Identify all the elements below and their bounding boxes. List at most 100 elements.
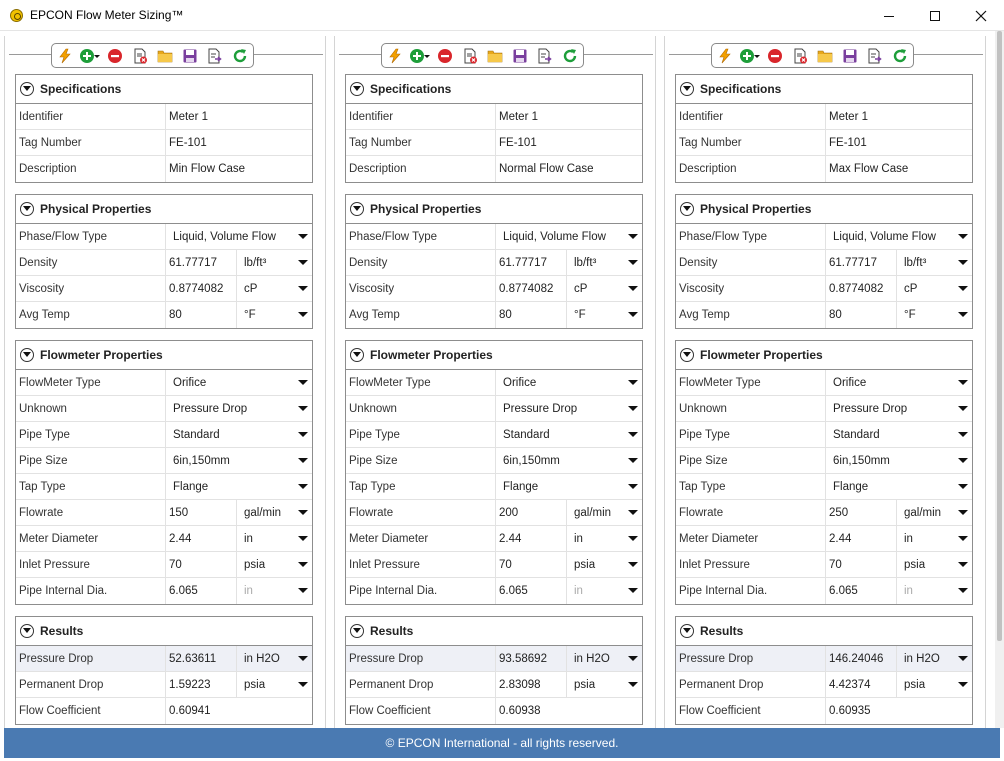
section-header[interactable]: Results [676,617,972,646]
pipe-internal-dia-value[interactable]: 6.065 [166,578,237,604]
calculate-button[interactable] [386,47,404,65]
pressure-drop-value[interactable]: 93.58692 [496,646,567,671]
dropdown-arrow-icon[interactable] [298,406,308,411]
dropdown-arrow-icon[interactable] [958,536,968,541]
tap-type-select[interactable]: Flange [826,474,972,499]
dropdown-arrow-icon[interactable] [628,432,638,437]
pipe-type-select[interactable]: Standard [496,422,642,447]
unknown-select[interactable]: Pressure Drop [826,396,972,421]
dropdown-arrow-icon[interactable] [298,260,308,265]
minimize-button[interactable] [866,0,912,31]
tag-number-value[interactable]: FE-101 [496,130,537,155]
dropdown-arrow-icon[interactable] [298,484,308,489]
dropdown-arrow-icon[interactable] [298,380,308,385]
density-value[interactable]: 61.77717 [166,250,237,275]
dropdown-arrow-icon[interactable] [628,380,638,385]
permanent-drop-value[interactable]: 1.59223 [166,672,237,697]
dropdown-arrow-icon[interactable] [628,458,638,463]
dropdown-arrow-icon[interactable] [628,260,638,265]
dropdown-arrow-icon[interactable] [628,484,638,489]
section-header[interactable]: Flowmeter Properties [16,341,312,370]
collapse-chevron-icon[interactable] [20,82,34,96]
density-value[interactable]: 61.77717 [496,250,567,275]
description-value[interactable]: Normal Flow Case [496,156,594,182]
inlet-pressure-value[interactable]: 70 [496,552,567,577]
meter-diameter-value[interactable]: 2.44 [826,526,897,551]
maximize-button[interactable] [912,0,958,31]
close-button[interactable] [958,0,1004,31]
add-button[interactable] [740,47,760,65]
dropdown-arrow-icon[interactable] [958,562,968,567]
refresh-button[interactable] [891,47,909,65]
refresh-button[interactable] [561,47,579,65]
save-button[interactable] [511,47,529,65]
phase-flow-type-select[interactable]: Liquid, Volume Flow [166,224,312,249]
pipe-size-select[interactable]: 6in,150mm [826,448,972,473]
save-button[interactable] [181,47,199,65]
collapse-chevron-icon[interactable] [680,348,694,362]
flowrate-value[interactable]: 150 [166,500,237,525]
flowmeter-type-select[interactable]: Orifice [826,370,972,395]
permanent-drop-value[interactable]: 2.83098 [496,672,567,697]
collapse-chevron-icon[interactable] [680,82,694,96]
viscosity-value[interactable]: 0.8774082 [496,276,567,301]
flowrate-value[interactable]: 250 [826,500,897,525]
flow-coefficient-value[interactable]: 0.60941 [166,698,211,724]
dropdown-arrow-icon[interactable] [628,588,638,593]
permanent-drop-value[interactable]: 4.42374 [826,672,897,697]
pipe-size-select[interactable]: 6in,150mm [496,448,642,473]
dropdown-arrow-icon[interactable] [628,656,638,661]
dropdown-arrow-icon[interactable] [958,260,968,265]
save-button[interactable] [841,47,859,65]
collapse-chevron-icon[interactable] [350,624,364,638]
collapse-chevron-icon[interactable] [20,348,34,362]
pipe-internal-dia-value[interactable]: 6.065 [826,578,897,604]
collapse-chevron-icon[interactable] [350,348,364,362]
pipe-type-select[interactable]: Standard [166,422,312,447]
flowmeter-type-select[interactable]: Orifice [496,370,642,395]
pipe-internal-dia-value[interactable]: 6.065 [496,578,567,604]
collapse-chevron-icon[interactable] [350,202,364,216]
flowrate-value[interactable]: 200 [496,500,567,525]
remove-button[interactable] [436,47,454,65]
dropdown-arrow-icon[interactable] [958,682,968,687]
dropdown-arrow-icon[interactable] [958,432,968,437]
dropdown-arrow-icon[interactable] [958,656,968,661]
tap-type-select[interactable]: Flange [496,474,642,499]
remove-button[interactable] [106,47,124,65]
collapse-chevron-icon[interactable] [20,202,34,216]
clear-button[interactable] [131,47,149,65]
pipe-size-select[interactable]: 6in,150mm [166,448,312,473]
identifier-value[interactable]: Meter 1 [166,104,208,129]
phase-flow-type-select[interactable]: Liquid, Volume Flow [826,224,972,249]
dropdown-arrow-icon[interactable] [298,234,308,239]
collapse-chevron-icon[interactable] [20,624,34,638]
viscosity-value[interactable]: 0.8774082 [826,276,897,301]
clear-button[interactable] [461,47,479,65]
section-header[interactable]: Flowmeter Properties [676,341,972,370]
section-header[interactable]: Physical Properties [16,195,312,224]
tag-number-value[interactable]: FE-101 [826,130,867,155]
dropdown-arrow-icon[interactable] [958,234,968,239]
dropdown-arrow-icon[interactable] [958,286,968,291]
dropdown-arrow-icon[interactable] [298,286,308,291]
dropdown-arrow-icon[interactable] [958,510,968,515]
section-header[interactable]: Specifications [346,75,642,104]
description-value[interactable]: Min Flow Case [166,156,245,182]
export-button[interactable] [536,47,554,65]
section-header[interactable]: Physical Properties [676,195,972,224]
pipe-type-select[interactable]: Standard [826,422,972,447]
collapse-chevron-icon[interactable] [680,202,694,216]
section-header[interactable]: Results [346,617,642,646]
section-header[interactable]: Flowmeter Properties [346,341,642,370]
dropdown-arrow-icon[interactable] [628,682,638,687]
dropdown-arrow-icon[interactable] [958,484,968,489]
section-header[interactable]: Results [16,617,312,646]
flowmeter-type-select[interactable]: Orifice [166,370,312,395]
dropdown-arrow-icon[interactable] [958,588,968,593]
export-button[interactable] [206,47,224,65]
identifier-value[interactable]: Meter 1 [826,104,868,129]
viscosity-value[interactable]: 0.8774082 [166,276,237,301]
refresh-button[interactable] [231,47,249,65]
pressure-drop-value[interactable]: 52.63611 [166,646,237,671]
